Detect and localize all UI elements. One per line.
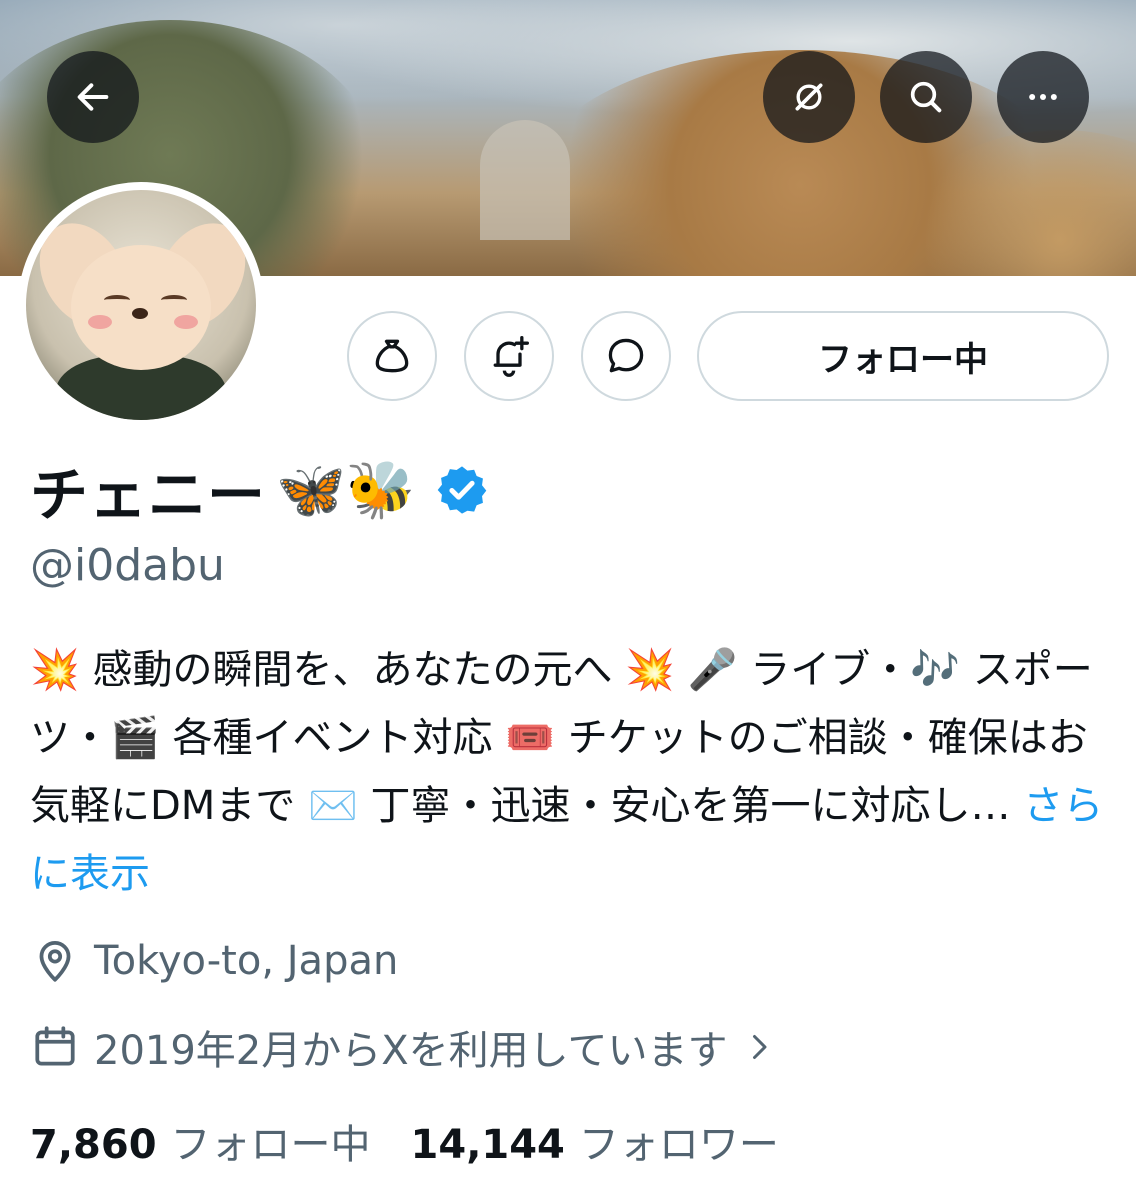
hide-button[interactable]: [763, 51, 855, 143]
more-button[interactable]: [997, 51, 1089, 143]
bell-plus-icon: [493, 336, 529, 377]
avatar-eye: [104, 295, 130, 305]
bio-text: 💥 感動の瞬間を、あなたの元へ 💥 🎤 ライブ・🎶 スポーツ・🎬 各種イベント対…: [30, 647, 1093, 829]
following-button[interactable]: フォロー中: [697, 311, 1109, 401]
eye-off-icon: [795, 83, 823, 111]
chevron-right-icon: [753, 1035, 767, 1059]
avatar-cheek: [88, 315, 112, 329]
follow-stats: 7,860 フォロー中 14,144 フォロワー: [30, 1112, 779, 1170]
followers-count[interactable]: 14,144: [411, 1122, 565, 1168]
name-emojis: 🦋🐝: [276, 458, 416, 523]
money-bag-icon: [375, 339, 409, 373]
search-icon: [910, 81, 942, 113]
joined-row[interactable]: 2019年2月からXを利用しています: [30, 1018, 777, 1076]
search-button[interactable]: [880, 51, 972, 143]
avatar-nose: [132, 308, 148, 319]
location-pin-icon: [39, 941, 71, 982]
display-name-row: チェニー 🦋🐝: [30, 448, 489, 532]
joined-text: 2019年2月からXを利用しています: [94, 1028, 728, 1074]
followers-label[interactable]: フォロワー: [579, 1112, 779, 1170]
banner-building: [480, 120, 570, 240]
back-button[interactable]: [47, 51, 139, 143]
tip-button[interactable]: [347, 311, 437, 401]
calendar-icon: [35, 1026, 75, 1066]
following-count[interactable]: 7,860: [30, 1122, 157, 1168]
display-name: チェニー: [30, 461, 267, 529]
chat-bubble-icon: [608, 338, 644, 373]
location-text: Tokyo-to, Japan: [94, 938, 399, 984]
following-label[interactable]: フォロー中: [171, 1112, 371, 1170]
avatar-image: [26, 190, 256, 420]
more-icon: [1029, 94, 1057, 100]
avatar[interactable]: [18, 182, 264, 428]
back-arrow-icon: [77, 83, 109, 111]
bio: 💥 感動の瞬間を、あなたの元へ 💥 🎤 ライブ・🎶 スポーツ・🎬 各種イベント対…: [30, 636, 1110, 908]
location-row: Tokyo-to, Japan: [30, 936, 398, 986]
avatar-cheek: [174, 315, 198, 329]
notify-button[interactable]: [464, 311, 554, 401]
avatar-eye: [161, 295, 187, 305]
message-button[interactable]: [581, 311, 671, 401]
verified-badge-icon[interactable]: [435, 463, 489, 517]
handle: @i0dabu: [30, 540, 225, 591]
